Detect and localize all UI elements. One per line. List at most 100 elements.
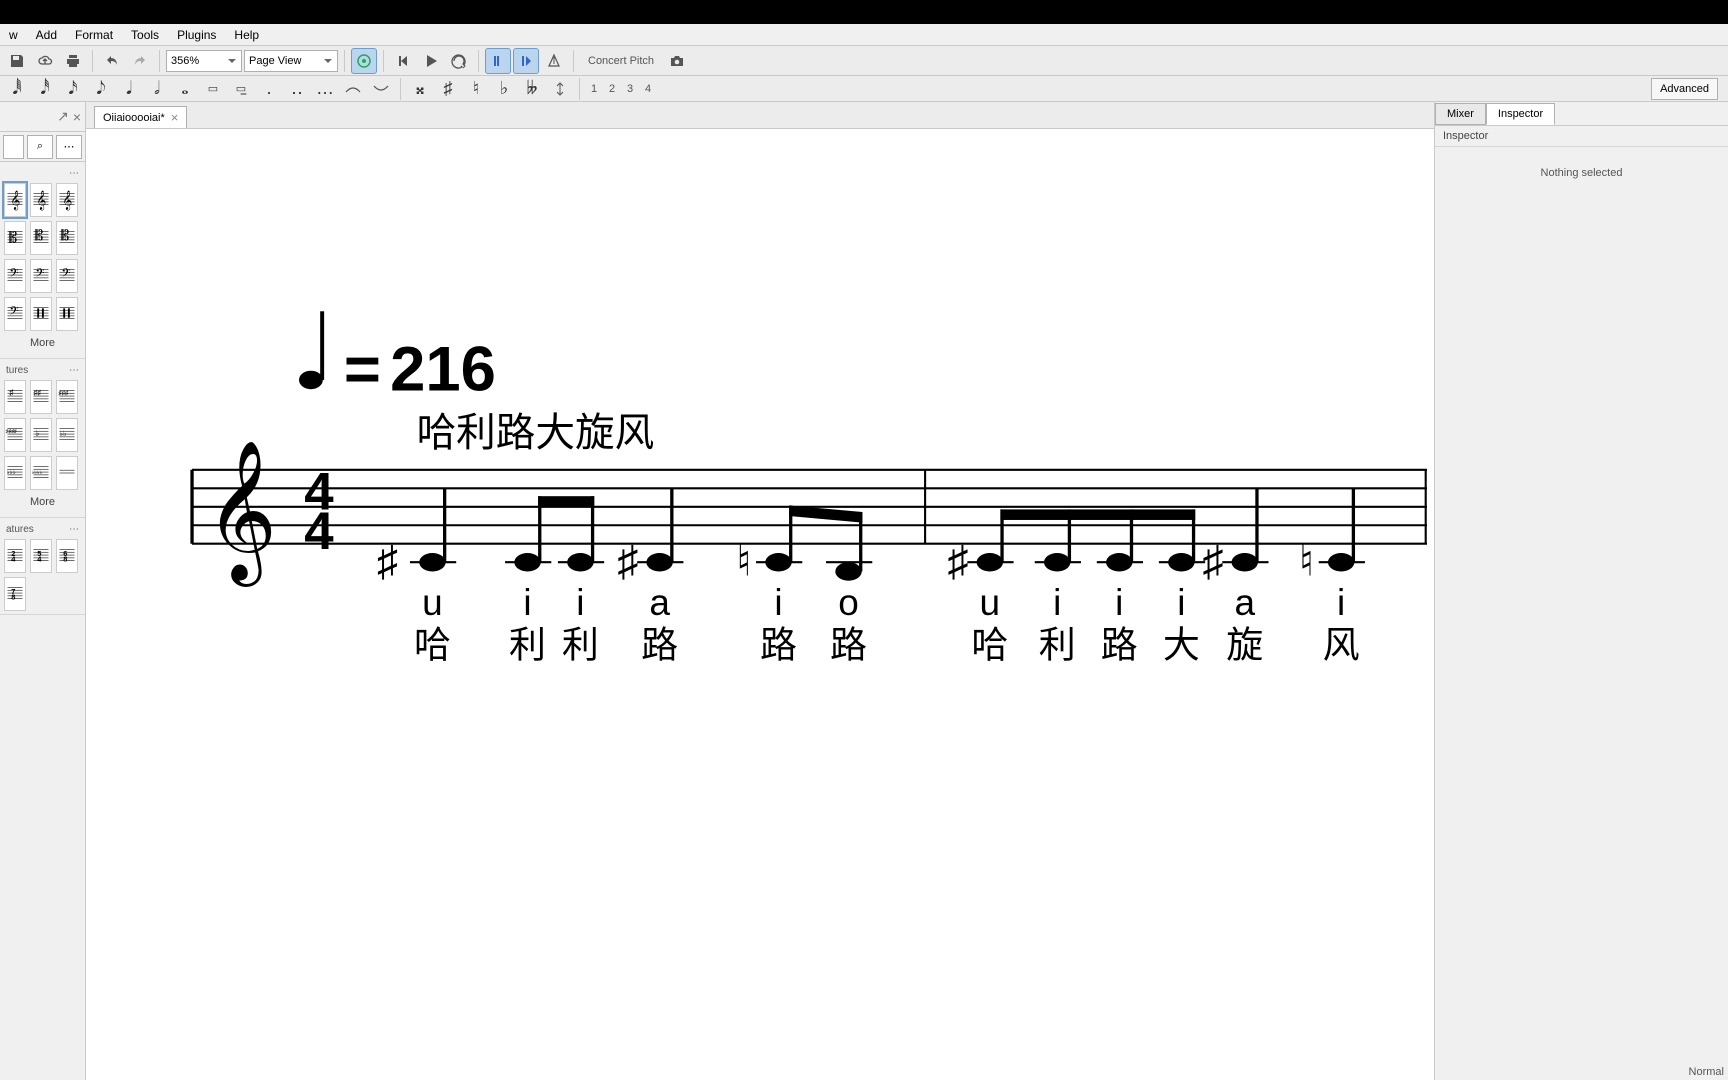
- timesig-3-4[interactable]: 54: [30, 539, 52, 573]
- clef-bass[interactable]: 𝄢: [4, 259, 26, 293]
- note-whole[interactable]: 𝅝: [172, 77, 198, 101]
- more-keysigs[interactable]: More: [4, 490, 81, 514]
- metronome-button[interactable]: [351, 48, 377, 74]
- loop-in-button[interactable]: [485, 48, 511, 74]
- slur-button[interactable]: [368, 77, 394, 101]
- zoom-select[interactable]: 356%: [166, 50, 242, 72]
- instrument-name[interactable]: 哈利路大旋风: [417, 411, 655, 455]
- timesig-2-4[interactable]: 24: [4, 539, 26, 573]
- keysig-1f[interactable]: ♭: [30, 418, 52, 452]
- note-6[interactable]: [835, 562, 861, 580]
- voice-2[interactable]: 2: [604, 78, 620, 100]
- keysig-none[interactable]: [56, 456, 78, 490]
- clef-tenor2[interactable]: 𝄡: [56, 221, 78, 255]
- palette-close-icon[interactable]: ×: [73, 109, 81, 125]
- palette-search-button[interactable]: ⌕: [27, 135, 53, 159]
- clef-bass2[interactable]: 𝄢: [4, 297, 26, 331]
- play-button[interactable]: [418, 48, 444, 74]
- voice-3[interactable]: 3: [622, 78, 638, 100]
- flip-stem[interactable]: [547, 77, 573, 101]
- menu-help[interactable]: Help: [225, 24, 268, 46]
- menu-format[interactable]: Format: [66, 24, 122, 46]
- tie-button[interactable]: [340, 77, 366, 101]
- document-tab[interactable]: Oiiaiooooiai* ×: [94, 106, 187, 128]
- section-menu-icon[interactable]: ⋯: [69, 365, 79, 376]
- note-half[interactable]: 𝅗𝅥: [144, 77, 170, 101]
- voice-1[interactable]: 1: [586, 78, 602, 100]
- concert-pitch-button[interactable]: Concert Pitch: [580, 55, 662, 67]
- cloud-button[interactable]: [32, 48, 58, 74]
- print-button[interactable]: [60, 48, 86, 74]
- keysig-3s[interactable]: ♯♯♯: [56, 380, 78, 414]
- clef-bass-8vb[interactable]: 𝄢: [30, 259, 52, 293]
- score-canvas[interactable]: = 216 哈利路大旋风 𝄞: [86, 129, 1434, 1080]
- loop-out-button[interactable]: [513, 48, 539, 74]
- note-breve[interactable]: ▭: [200, 77, 226, 101]
- menu-tools[interactable]: Tools: [122, 24, 168, 46]
- palette-popout-icon[interactable]: ↗: [57, 108, 69, 125]
- note-8[interactable]: [1044, 553, 1070, 571]
- accidental-natural[interactable]: ♮: [736, 537, 751, 584]
- menu-add[interactable]: Add: [27, 24, 66, 46]
- natural[interactable]: ♮: [463, 77, 489, 101]
- redo-button[interactable]: [127, 48, 153, 74]
- tab-mixer[interactable]: Mixer: [1435, 103, 1486, 125]
- timesig-6-8[interactable]: 68: [56, 539, 78, 573]
- keysig-2f[interactable]: ♭♭: [56, 418, 78, 452]
- sharp[interactable]: ♯: [435, 77, 461, 101]
- clef-tenor[interactable]: 𝄡: [30, 221, 52, 255]
- double-sharp[interactable]: 𝄪: [407, 77, 433, 101]
- section-menu-icon[interactable]: ⋯: [69, 168, 79, 179]
- loop-button[interactable]: [446, 48, 472, 74]
- timesig-den[interactable]: 4: [304, 502, 334, 561]
- clef-treble[interactable]: 𝄞: [4, 183, 26, 217]
- clef-perc2[interactable]: [56, 297, 78, 331]
- lyrics-verse-2[interactable]: 哈 利 利 路 路 路 哈 利 路 大 旋 风: [414, 624, 1360, 665]
- clef-treble-8va[interactable]: 𝄞: [56, 183, 78, 217]
- note-11[interactable]: [1232, 553, 1258, 571]
- undo-button[interactable]: [99, 48, 125, 74]
- dot-triple[interactable]: …: [312, 77, 338, 101]
- note-4[interactable]: [646, 553, 672, 571]
- treble-clef[interactable]: 𝄞: [205, 442, 277, 588]
- clef-perc[interactable]: [30, 297, 52, 331]
- accidental-sharp[interactable]: ♯: [617, 537, 638, 584]
- menu-plugins[interactable]: Plugins: [168, 24, 225, 46]
- palette-menu-button[interactable]: ⋯: [56, 135, 82, 159]
- section-menu-icon[interactable]: ⋯: [69, 524, 79, 535]
- timesig-9-8[interactable]: 78: [4, 577, 26, 611]
- note-12[interactable]: [1328, 553, 1354, 571]
- note-64th[interactable]: 𝅘𝅥𝅱: [4, 77, 30, 101]
- clef-treble-8vb[interactable]: 𝄞: [30, 183, 52, 217]
- note-quarter[interactable]: 𝅘𝅥: [116, 77, 142, 101]
- note-7[interactable]: [977, 553, 1003, 571]
- close-tab-icon[interactable]: ×: [171, 110, 179, 125]
- flat[interactable]: ♭: [491, 77, 517, 101]
- voice-4[interactable]: 4: [640, 78, 656, 100]
- tempo-marking[interactable]: = 216: [299, 311, 496, 404]
- note-8th[interactable]: 𝅘𝅥𝅮: [88, 77, 114, 101]
- dot-single[interactable]: .: [256, 77, 282, 101]
- note-10[interactable]: [1168, 553, 1194, 571]
- lyrics-verse-1[interactable]: u i i a i o u i i i a i: [422, 582, 1345, 623]
- accidental-sharp[interactable]: ♯: [1202, 537, 1223, 584]
- accidental-sharp[interactable]: ♯: [377, 537, 398, 584]
- dot-double[interactable]: ‥: [284, 77, 310, 101]
- rewind-button[interactable]: [390, 48, 416, 74]
- note-longa[interactable]: ▭̲: [228, 77, 254, 101]
- note-2[interactable]: [514, 553, 540, 571]
- keysig-1s[interactable]: ♯: [4, 380, 26, 414]
- clef-bass-8va[interactable]: 𝄢: [56, 259, 78, 293]
- camera-button[interactable]: [664, 48, 690, 74]
- note-3[interactable]: [567, 553, 593, 571]
- keysig-4f[interactable]: ♭♭♭♭: [30, 456, 52, 490]
- save-button[interactable]: [4, 48, 30, 74]
- clef-alto[interactable]: 𝄡: [4, 221, 26, 255]
- keysig-2s[interactable]: ♯♯: [30, 380, 52, 414]
- more-clefs[interactable]: More: [4, 331, 81, 355]
- keysig-3f[interactable]: ♭♭♭: [4, 456, 26, 490]
- note-5[interactable]: [765, 553, 791, 571]
- view-mode-select[interactable]: Page View: [244, 50, 338, 72]
- accidental-sharp[interactable]: ♯: [948, 537, 969, 584]
- note-1[interactable]: [419, 553, 445, 571]
